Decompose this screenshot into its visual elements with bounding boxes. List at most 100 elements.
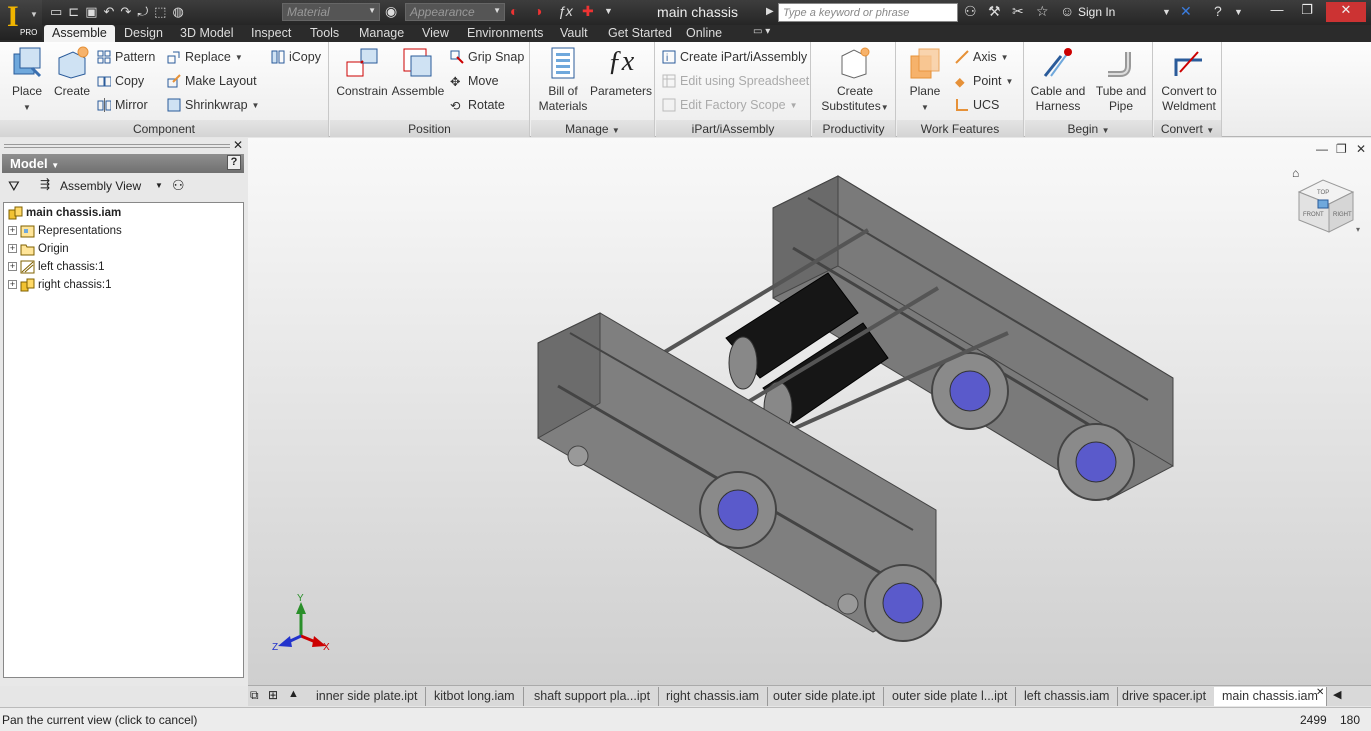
find-icon[interactable]: ⚇ (172, 177, 185, 194)
panel-title-begin[interactable]: Begin ▼ (1025, 120, 1152, 137)
tab-manage[interactable]: Manage (351, 25, 412, 42)
doc-tab[interactable]: kitbot long.iam (426, 687, 524, 706)
shrinkwrap-button[interactable]: Shrinkwrap ▼ (167, 96, 259, 114)
close-tab-icon[interactable]: ✕ (1316, 687, 1324, 698)
filter-icon[interactable]: ⛛ (8, 178, 20, 195)
chevron-down-icon[interactable]: ▼ (155, 181, 163, 190)
tab-online[interactable]: Online (678, 25, 730, 42)
tab-get-started[interactable]: Get Started (600, 25, 680, 42)
doc-tab[interactable]: outer side plate.ipt (765, 687, 885, 706)
clear-icon[interactable]: ◑ (534, 3, 542, 19)
tools-icon[interactable]: ✂ (1012, 3, 1024, 20)
tube-pipe-button[interactable]: Tube and Pipe (1091, 46, 1151, 114)
binoculars-icon[interactable]: ⚇ (964, 3, 977, 20)
search-input[interactable]: Type a keyword or phrase (778, 3, 958, 22)
axis-button[interactable]: Axis ▼ (955, 48, 1009, 66)
help-icon[interactable]: ? (227, 155, 241, 170)
appearance-combo[interactable]: Appearance (405, 3, 505, 21)
viewcube[interactable]: TOP FRONT RIGHT ▾ (1293, 170, 1365, 240)
tab-vault[interactable]: Vault (552, 25, 596, 42)
icopy-button[interactable]: iCopy (271, 48, 321, 66)
function-icon[interactable]: ƒx (558, 3, 573, 19)
chevron-down-icon[interactable]: ▼ (1162, 7, 1171, 17)
app-menu-button[interactable]: I PRO ▼ (0, 0, 42, 40)
tab-tools[interactable]: Tools (302, 25, 347, 42)
constrain-button[interactable]: Constrain (334, 46, 390, 99)
close-icon[interactable]: ✕ (233, 138, 243, 152)
tree-node-left-chassis[interactable]: + left chassis:1 (8, 258, 104, 275)
panel-title-manage[interactable]: Manage ▼ (531, 120, 654, 137)
assemble-button[interactable]: Assemble (390, 46, 446, 99)
maximize-button[interactable]: ❐ (1292, 2, 1322, 22)
grid-windows-icon[interactable]: ⊞ (268, 688, 278, 702)
save-icon[interactable]: ▣ (85, 4, 97, 20)
convert-weldment-button[interactable]: Convert to Weldment (1156, 46, 1222, 114)
bill-of-materials-button[interactable]: Bill of Materials (535, 46, 591, 114)
browser-header[interactable]: Model ▼ ? (2, 154, 244, 173)
tile-windows-icon[interactable]: ⧉ (250, 688, 259, 703)
scroll-left-icon[interactable]: ◀ (1333, 688, 1341, 701)
sign-in-link[interactable]: Sign In (1078, 5, 1115, 19)
wrench-icon[interactable]: ⚒ (988, 3, 1001, 20)
expand-icon[interactable]: + (8, 280, 17, 289)
make-layout-button[interactable]: Make Layout (167, 72, 257, 90)
new-icon[interactable]: ▭ (50, 4, 62, 20)
pattern-button[interactable]: Pattern (97, 48, 155, 66)
restore-view-button[interactable]: ❐ (1336, 142, 1347, 156)
doc-tab[interactable]: inner side plate.ipt (308, 687, 427, 706)
doc-tab[interactable]: shaft support pla...ipt (526, 687, 660, 706)
cable-harness-button[interactable]: Cable and Harness (1029, 46, 1087, 114)
plane-button[interactable]: Plane ▼ (903, 46, 947, 115)
tab-3d-model[interactable]: 3D Model (172, 25, 242, 42)
graphics-viewport[interactable]: Y X Z — ❐ ✕ ⌂ TOP FRONT RIGHT ▾ (248, 138, 1371, 685)
tab-assemble[interactable]: Assemble (44, 25, 115, 42)
adjust-icon[interactable]: ◐ (510, 3, 518, 19)
doc-tab[interactable]: right chassis.iam (658, 687, 769, 706)
expand-icon[interactable]: ▶ (766, 6, 774, 17)
minimize-button[interactable]: — (1262, 2, 1292, 22)
tree-node-right-chassis[interactable]: + right chassis:1 (8, 276, 112, 293)
create-component-button[interactable]: Create (52, 46, 92, 99)
plus-icon[interactable]: ✚ (582, 3, 594, 20)
rotate-button[interactable]: ⟲ Rotate (450, 96, 505, 114)
expand-icon[interactable]: + (8, 262, 17, 271)
expand-icon[interactable]: + (8, 244, 17, 253)
tree-node-root[interactable]: main chassis.iam (8, 204, 121, 221)
customize-icon[interactable]: ▼ (604, 6, 613, 16)
doc-tab[interactable]: left chassis.iam (1016, 687, 1119, 706)
update-icon[interactable]: ◍ (172, 4, 183, 20)
doc-tab[interactable]: drive spacer.ipt (1114, 687, 1216, 706)
assembly-view-dropdown[interactable]: Assembly View (60, 179, 141, 193)
create-substitutes-button[interactable]: Create Substitutes▼ (818, 46, 892, 115)
chevron-down-icon[interactable]: ▼ (1234, 7, 1243, 17)
undo-icon[interactable]: ↶ (104, 4, 115, 20)
tab-environments[interactable]: Environments (459, 25, 551, 42)
open-icon[interactable]: ⊏ (68, 4, 79, 20)
ucs-button[interactable]: UCS (955, 96, 999, 114)
favorite-icon[interactable]: ☆ (1036, 3, 1049, 20)
parameters-button[interactable]: ƒx Parameters (589, 46, 653, 99)
viewcube-menu-icon[interactable]: ▾ (1356, 225, 1360, 234)
ribbon-display-icon[interactable]: ▭ ▾ (745, 25, 778, 42)
doc-tab[interactable]: outer side plate l...ipt (884, 687, 1017, 706)
place-button[interactable]: Place ▼ (6, 46, 48, 115)
tree-node-origin[interactable]: + Origin (8, 240, 69, 257)
close-button[interactable]: ✕ (1326, 2, 1366, 22)
redo-icon[interactable]: ↷ (120, 4, 131, 20)
tab-view[interactable]: View (414, 25, 457, 42)
open-documents-icon[interactable]: ▲ (288, 688, 299, 700)
return-icon[interactable]: ⤾ (137, 4, 148, 20)
grip-snap-button[interactable]: Grip Snap (450, 48, 524, 66)
close-view-button[interactable]: ✕ (1356, 142, 1366, 156)
tab-inspect[interactable]: Inspect (243, 25, 299, 42)
copy-button[interactable]: Copy (97, 72, 144, 90)
panel-title-convert[interactable]: Convert ▼ (1154, 120, 1221, 137)
point-button[interactable]: ◆ Point ▼ (955, 72, 1013, 90)
exchange-icon[interactable]: ✕ (1180, 3, 1192, 20)
tab-design[interactable]: Design (116, 25, 171, 42)
browser-grip[interactable] (4, 144, 230, 148)
replace-button[interactable]: Replace ▼ (167, 48, 243, 66)
move-button[interactable]: ✥ Move (450, 72, 499, 90)
expand-icon[interactable]: + (8, 226, 17, 235)
tree-node-representations[interactable]: + Representations (8, 222, 122, 239)
